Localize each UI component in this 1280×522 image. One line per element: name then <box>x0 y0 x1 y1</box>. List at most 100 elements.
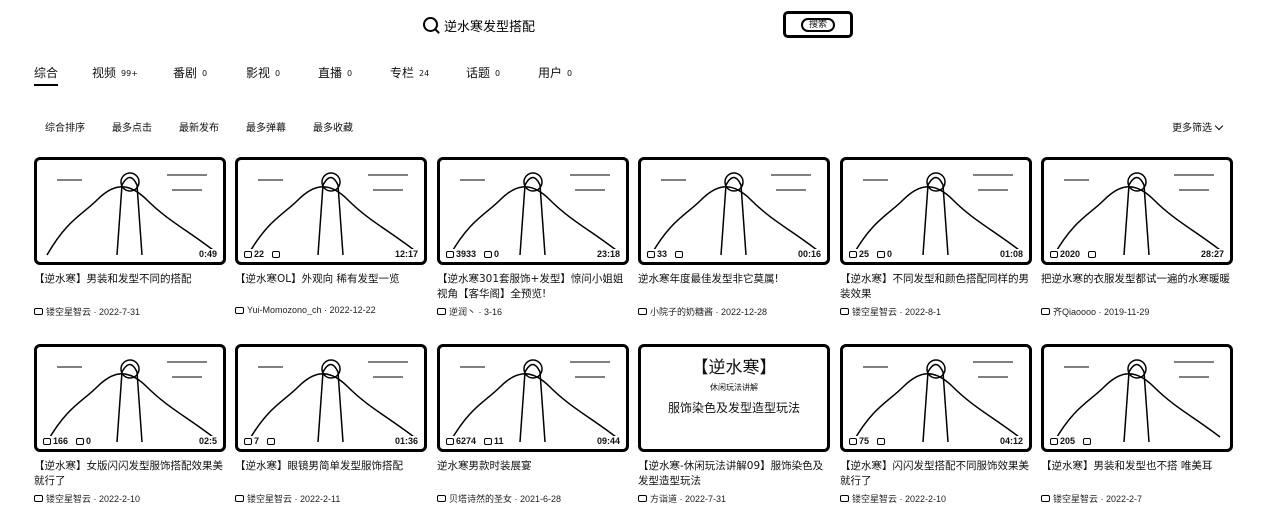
tab-all[interactable]: 综合 <box>34 64 59 86</box>
play-count-icon <box>446 437 454 445</box>
filter-most-danmaku[interactable]: 最多弹幕 <box>246 119 286 134</box>
video-meta: 镂空星智云 · 2022-8-1 <box>840 305 1032 318</box>
video-author[interactable]: 镂空星智云 <box>46 305 91 318</box>
tab-article[interactable]: 专栏 24 <box>390 64 429 81</box>
tab-film[interactable]: 影视 0 <box>246 64 280 81</box>
video-author[interactable]: 小院子的奶糖酱 <box>650 305 713 318</box>
video-card[interactable]: 33 00:16 逆水寒年度最佳发型非它莫属! 小院子的奶糖酱 · 2022-1… <box>638 157 830 318</box>
video-card[interactable]: 75 04:12 【逆水寒】闪闪发型搭配不同服饰效果美就行了 镂空星智云 · 2… <box>840 344 1032 505</box>
video-thumbnail[interactable]: 【逆水寒】 休闲玩法讲解 服饰染色及发型造型玩法 <box>638 344 830 452</box>
video-card[interactable]: 6274 11 09:44 逆水寒男款时装展宴 贝塔诗然的圣女 · 2021-6… <box>437 344 629 505</box>
video-author[interactable]: 逆润丶 <box>449 305 476 318</box>
video-card[interactable]: 205 【逆水寒】男装和发型也不搭 唯美耳 镂空星智云 · 2022-2-7 <box>1041 344 1233 505</box>
video-meta: 镂空星智云 · 2022-2-10 <box>840 492 1032 505</box>
video-author[interactable]: 镂空星智云 <box>852 492 897 505</box>
video-card[interactable]: 0:49 【逆水寒】男装和发型不同的搭配 镂空星智云 · 2022-7-31 <box>34 157 226 318</box>
danmaku-icon <box>877 437 886 445</box>
video-title[interactable]: 逆水寒年度最佳发型非它莫属! <box>638 272 830 302</box>
danmaku-icon <box>1088 250 1097 258</box>
more-filters-button[interactable]: 更多筛选 <box>1172 119 1224 134</box>
video-title[interactable]: 【逆水寒】闪闪发型搭配不同服饰效果美就行了 <box>840 459 1032 489</box>
video-author[interactable]: 镂空星智云 <box>247 492 292 505</box>
video-thumbnail[interactable]: 0:49 <box>34 157 226 265</box>
tab-video[interactable]: 视频 99+ <box>92 64 138 81</box>
video-card[interactable]: 22 12:17 【逆水寒OL】外观向 稀有发型一览 Yui-Momozono_… <box>235 157 427 315</box>
video-author[interactable]: 镂空星智云 <box>1053 492 1098 505</box>
video-thumbnail[interactable]: 7 01:36 <box>235 344 427 452</box>
video-title[interactable]: 【逆水寒】眼镜男简单发型服饰搭配 <box>235 459 427 489</box>
video-meta: 贝塔诗然的圣女 · 2021-6-28 <box>437 492 629 505</box>
play-count-icon <box>1050 437 1058 445</box>
video-duration: 01:36 <box>392 436 420 446</box>
video-date: 2022-2-7 <box>1106 493 1143 504</box>
search-input[interactable] <box>444 14 764 36</box>
thumbnail-image <box>852 172 1020 256</box>
filter-most-favorites[interactable]: 最多收藏 <box>313 119 353 134</box>
video-author[interactable]: 镂空星智云 <box>46 492 91 505</box>
video-thumbnail[interactable]: 33 00:16 <box>638 157 830 265</box>
video-title[interactable]: 【逆水寒】女版闪闪发型服饰搭配效果美就行了 <box>34 459 226 489</box>
danmaku-icon <box>675 250 684 258</box>
tab-bangumi[interactable]: 番剧 0 <box>173 64 207 81</box>
video-thumbnail[interactable]: 3933 0 23:18 <box>437 157 629 265</box>
video-thumbnail[interactable]: 6274 11 09:44 <box>437 344 629 452</box>
thumbnail-image <box>247 359 415 443</box>
danmaku-icon <box>76 437 85 445</box>
thumbnail-stats: 2020 <box>1048 249 1101 259</box>
video-title[interactable]: 逆水寒男款时装展宴 <box>437 459 629 489</box>
video-duration: 00:16 <box>795 249 823 259</box>
video-thumbnail[interactable]: 166 0 02:5 <box>34 344 226 452</box>
thumbnail-image <box>1053 359 1221 443</box>
filter-most-clicks[interactable]: 最多点击 <box>112 119 152 134</box>
tab-user[interactable]: 用户 0 <box>538 64 572 81</box>
thumbnail-image <box>650 172 818 256</box>
video-thumbnail[interactable]: 25 0 01:08 <box>840 157 1032 265</box>
video-card[interactable]: 7 01:36 【逆水寒】眼镜男简单发型服饰搭配 镂空星智云 · 2022-2-… <box>235 344 427 505</box>
search-button[interactable]: 搜索 <box>783 11 853 38</box>
uploader-icon <box>638 495 647 502</box>
video-date: 2022-7-31 <box>685 493 727 504</box>
video-meta: Yui-Momozono_ch · 2022-12-22 <box>235 305 427 315</box>
video-author[interactable]: 齐Qiaoooo <box>1053 305 1096 318</box>
filter-newest[interactable]: 最新发布 <box>179 119 219 134</box>
video-title[interactable]: 【逆水寒】男装和发型也不搭 唯美耳 <box>1041 459 1233 489</box>
video-thumbnail[interactable]: 22 12:17 <box>235 157 427 265</box>
video-thumbnail[interactable]: 75 04:12 <box>840 344 1032 452</box>
thumbnail-stats: 75 <box>847 436 890 446</box>
video-card[interactable]: 25 0 01:08 【逆水寒】不同发型和颜色搭配同样的男装效果 镂空星智云 ·… <box>840 157 1032 318</box>
video-card[interactable]: 2020 28:27 把逆水寒的衣服发型都试一遍的水寒暖暖 齐Qiaoooo ·… <box>1041 157 1233 318</box>
video-meta: 方诣道 · 2022-7-31 <box>638 492 830 505</box>
filter-comprehensive[interactable]: 综合排序 <box>45 119 85 134</box>
video-card[interactable]: 3933 0 23:18 【逆水寒301套服饰+发型】惊问小姐姐视角【客华阁】全… <box>437 157 629 318</box>
tab-live[interactable]: 直播 0 <box>318 64 352 81</box>
uploader-icon <box>235 306 244 314</box>
chevron-down-icon <box>1214 121 1224 131</box>
video-duration: 23:18 <box>594 249 622 259</box>
video-title[interactable]: 【逆水寒】男装和发型不同的搭配 <box>34 272 226 302</box>
video-meta: 镂空星智云 · 2022-2-10 <box>34 492 226 505</box>
video-title[interactable]: 【逆水寒】不同发型和颜色搭配同样的男装效果 <box>840 272 1032 302</box>
thumbnail-stats: 33 <box>645 249 688 259</box>
video-author[interactable]: Yui-Momozono_ch <box>247 305 322 315</box>
thumbnail-image <box>46 172 214 256</box>
video-card[interactable]: 166 0 02:5 【逆水寒】女版闪闪发型服饰搭配效果美就行了 镂空星智云 ·… <box>34 344 226 505</box>
video-card[interactable]: 【逆水寒】 休闲玩法讲解 服饰染色及发型造型玩法 【逆水寒-休闲玩法讲解09】服饰染… <box>638 344 830 505</box>
thumbnail-image <box>46 359 214 443</box>
video-thumbnail[interactable]: 205 <box>1041 344 1233 452</box>
video-title[interactable]: 【逆水寒-休闲玩法讲解09】服饰染色及发型造型玩法 <box>638 459 830 489</box>
danmaku-icon <box>267 437 276 445</box>
video-title[interactable]: 【逆水寒OL】外观向 稀有发型一览 <box>235 272 427 302</box>
video-author[interactable]: 镂空星智云 <box>852 305 897 318</box>
video-date: 3-16 <box>484 306 503 317</box>
video-author[interactable]: 贝塔诗然的圣女 <box>449 492 512 505</box>
thumbnail-stats: 6274 11 <box>444 436 506 446</box>
video-title[interactable]: 把逆水寒的衣服发型都试一遍的水寒暖暖 <box>1041 272 1233 302</box>
uploader-icon <box>1041 495 1050 502</box>
tab-topic[interactable]: 话题 0 <box>466 64 500 81</box>
video-date: 2022-2-11 <box>300 493 341 504</box>
video-thumbnail[interactable]: 2020 28:27 <box>1041 157 1233 265</box>
danmaku-icon <box>272 250 281 258</box>
video-duration: 0:49 <box>196 249 219 259</box>
video-title[interactable]: 【逆水寒301套服饰+发型】惊问小姐姐视角【客华阁】全预览! <box>437 272 629 302</box>
video-author[interactable]: 方诣道 <box>650 492 677 505</box>
